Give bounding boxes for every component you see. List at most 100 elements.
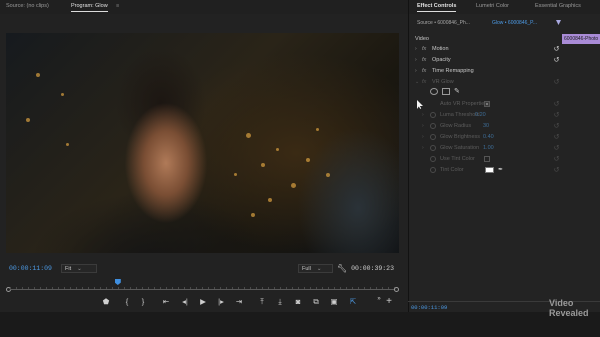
effect-row-opacity[interactable]: › fx Opacity bbox=[408, 56, 553, 66]
playhead-marker[interactable] bbox=[114, 279, 121, 285]
disclosure-triangle-icon[interactable]: › bbox=[422, 145, 424, 151]
watermark-logo: Video Revealed bbox=[549, 298, 597, 318]
disclosure-triangle-icon[interactable]: › bbox=[422, 123, 424, 129]
disclosure-triangle-icon[interactable]: › bbox=[422, 134, 424, 140]
mini-timeline[interactable]: 6000846-Photo bbox=[554, 20, 600, 50]
step-back-icon[interactable]: ◂| bbox=[179, 296, 191, 308]
watermark-line2: Revealed bbox=[549, 308, 589, 318]
playback-resolution-select[interactable]: Full ⌄ bbox=[298, 264, 333, 273]
effect-row-motion[interactable]: › fx Motion bbox=[408, 45, 553, 55]
mini-timeline-clip[interactable]: 6000846-Photo bbox=[562, 34, 600, 44]
param-row-glow-brightness: › Glow Brightness 0.40 bbox=[408, 133, 553, 143]
go-to-in-icon[interactable]: ⇤ bbox=[160, 296, 172, 308]
scrubber-end-cap[interactable] bbox=[394, 287, 399, 292]
bokeh-light bbox=[66, 143, 69, 146]
go-to-out-icon[interactable]: ⇥ bbox=[233, 296, 245, 308]
fx-badge-icon[interactable]: fx bbox=[422, 68, 426, 74]
reset-icon[interactable]: ↺ bbox=[553, 123, 560, 130]
add-button-icon[interactable]: + bbox=[383, 296, 395, 308]
settings-wrench-icon[interactable]: 🔧︎ bbox=[337, 264, 347, 273]
source-clip-label[interactable]: Source • 6000846_Ph... bbox=[417, 20, 470, 26]
fx-badge-icon[interactable]: fx bbox=[422, 46, 426, 52]
effect-name: Motion bbox=[432, 46, 449, 52]
effect-name: Opacity bbox=[432, 57, 451, 63]
fit-select-value: Fit bbox=[65, 266, 72, 272]
comparison-view-icon[interactable]: ⧉ bbox=[310, 296, 322, 308]
param-label: Glow Brightness bbox=[440, 134, 481, 140]
export-frame-icon[interactable]: ◙ bbox=[292, 296, 304, 308]
bokeh-light bbox=[276, 148, 279, 151]
step-forward-icon[interactable]: |▸ bbox=[215, 296, 227, 308]
tab-effect-controls[interactable]: Effect Controls bbox=[417, 3, 457, 12]
tab-essential-graphics[interactable]: Essential Graphics bbox=[535, 3, 581, 9]
fit-select[interactable]: Fit ⌄ bbox=[61, 264, 97, 273]
reset-icon[interactable]: ↺ bbox=[553, 134, 560, 141]
playhead-timecode[interactable]: 00:00:11:09 bbox=[9, 265, 52, 272]
play-icon[interactable]: ▶ bbox=[197, 296, 209, 308]
stopwatch-icon[interactable] bbox=[430, 167, 436, 173]
param-row-luma-threshold: › Luma Threshold 0.20 bbox=[408, 111, 553, 121]
scrubber-track[interactable] bbox=[10, 289, 395, 290]
effect-row-time-remapping[interactable]: › fx Time Remapping bbox=[408, 67, 553, 77]
stopwatch-icon[interactable] bbox=[430, 123, 436, 129]
fx-badge-icon[interactable]: fx bbox=[422, 57, 426, 63]
param-value[interactable]: 0.40 bbox=[483, 134, 494, 140]
param-row-auto-vr: Auto VR Properties bbox=[408, 100, 553, 110]
reset-icon[interactable]: ↺ bbox=[553, 101, 560, 108]
marker-icon[interactable]: ⬟ bbox=[100, 296, 112, 308]
stopwatch-icon[interactable] bbox=[430, 134, 436, 140]
bokeh-light bbox=[306, 158, 310, 162]
tint-color-swatch[interactable] bbox=[485, 167, 494, 173]
rectangle-mask-icon[interactable] bbox=[442, 88, 450, 95]
panel-menu-icon[interactable]: ≡ bbox=[116, 3, 119, 9]
disclosure-triangle-icon[interactable]: › bbox=[422, 112, 424, 118]
tab-lumetri-color[interactable]: Lumetri Color bbox=[476, 3, 509, 9]
disclosure-open-icon[interactable]: ⌄ bbox=[415, 79, 419, 85]
reset-icon[interactable]: ↺ bbox=[553, 167, 560, 174]
use-tint-checkbox[interactable] bbox=[484, 156, 490, 162]
bottom-panel-strip bbox=[0, 312, 600, 337]
effect-row-vr-glow[interactable]: ⌄ fx VR Glow bbox=[408, 78, 553, 88]
stopwatch-icon[interactable] bbox=[430, 112, 436, 118]
auto-vr-checkbox[interactable] bbox=[484, 101, 490, 107]
lift-icon[interactable]: ⤒ bbox=[256, 296, 268, 308]
premiere-workspace: Source: (no clips) Program: Glow ≡ 00:00… bbox=[0, 0, 600, 337]
tab-program-monitor[interactable]: Program: Glow bbox=[71, 3, 108, 12]
in-point-icon[interactable]: { bbox=[121, 296, 133, 308]
reset-icon[interactable]: ↺ bbox=[553, 112, 560, 119]
video-section-header: Video bbox=[408, 35, 553, 45]
stopwatch-icon[interactable] bbox=[430, 145, 436, 151]
param-value[interactable]: 1.00 bbox=[483, 145, 494, 151]
reset-icon[interactable]: ↺ bbox=[553, 79, 560, 86]
ellipse-mask-icon[interactable] bbox=[430, 88, 438, 95]
param-value[interactable]: 0.20 bbox=[475, 112, 486, 118]
param-row-glow-radius: › Glow Radius 30 bbox=[408, 122, 553, 132]
bokeh-light bbox=[26, 118, 30, 122]
out-point-icon[interactable]: } bbox=[137, 296, 149, 308]
watermark-line1: Video bbox=[549, 298, 574, 308]
reset-icon[interactable]: ↺ bbox=[553, 156, 560, 163]
bokeh-light bbox=[234, 173, 237, 176]
disclosure-triangle-icon[interactable]: › bbox=[415, 46, 417, 52]
stopwatch-icon[interactable] bbox=[430, 156, 436, 162]
reset-icon[interactable]: ↺ bbox=[553, 145, 560, 152]
param-value[interactable]: 30 bbox=[483, 123, 489, 129]
sequence-clip-label[interactable]: Glow • 6000846_P... bbox=[492, 20, 537, 26]
program-video-frame[interactable] bbox=[6, 33, 399, 253]
time-ruler-scrubber[interactable] bbox=[6, 279, 399, 293]
effect-controls-timecode[interactable]: 00:00:11:09 bbox=[411, 304, 447, 311]
fx-badge-icon[interactable]: fx bbox=[422, 79, 426, 85]
reset-icon[interactable]: ↺ bbox=[553, 46, 560, 53]
transport-controls: ⬟ { } ⇤ ◂| ▶ |▸ ⇥ ⤒ ⤓ ◙ ⧉ ▣ ⇱ » + bbox=[90, 296, 410, 310]
disclosure-triangle-icon[interactable]: › bbox=[415, 57, 417, 63]
export-share-icon[interactable]: ⇱ bbox=[347, 296, 359, 308]
disclosure-triangle-icon[interactable]: › bbox=[415, 68, 417, 74]
extract-icon[interactable]: ⤓ bbox=[274, 296, 286, 308]
bokeh-light bbox=[61, 93, 64, 96]
eyedropper-icon[interactable]: ✒︎ bbox=[498, 166, 503, 173]
mini-playhead[interactable] bbox=[556, 20, 561, 25]
tab-source-monitor[interactable]: Source: (no clips) bbox=[6, 3, 49, 9]
proxy-toggle-icon[interactable]: ▣ bbox=[328, 296, 340, 308]
reset-icon[interactable]: ↺ bbox=[553, 57, 560, 64]
pen-mask-icon[interactable]: ✎ bbox=[454, 88, 462, 95]
